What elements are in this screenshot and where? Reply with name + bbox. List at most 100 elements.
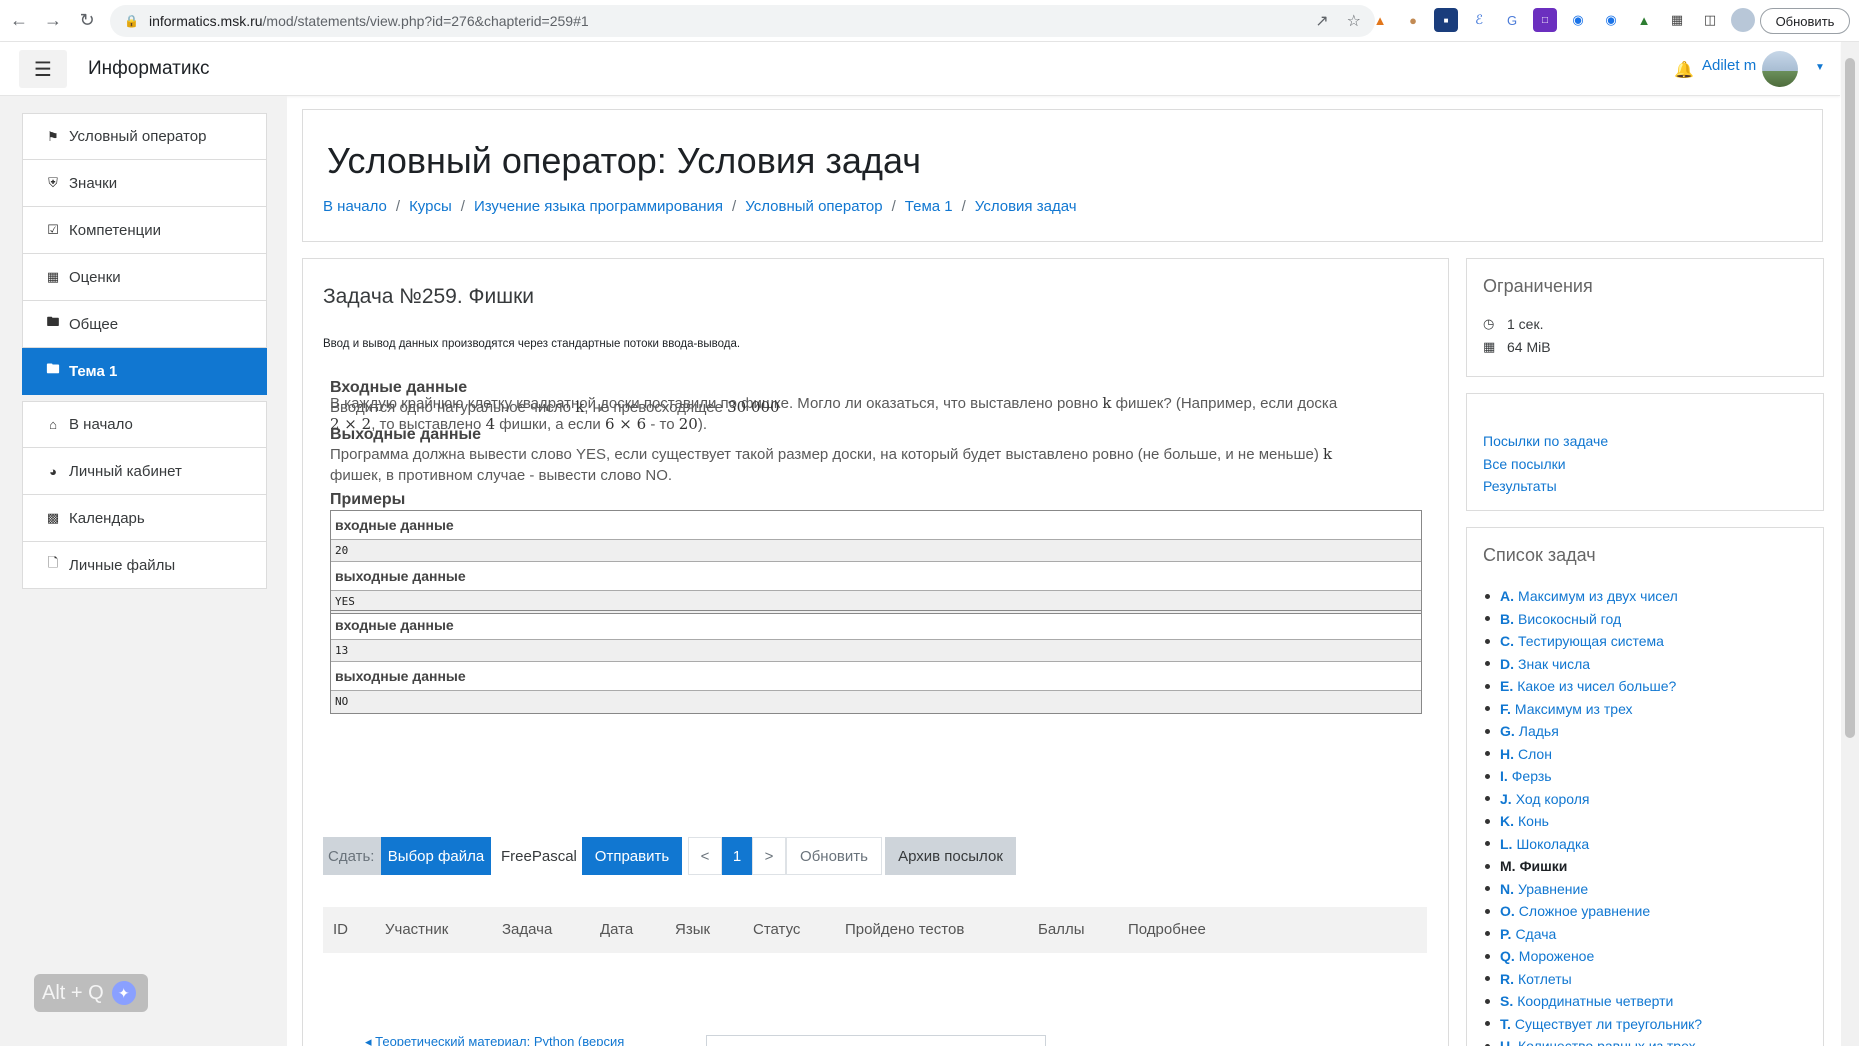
reload-icon[interactable]: ↻ [72,6,102,36]
list-item[interactable]: R. Котлеты [1483,968,1702,991]
prev-activity-link[interactable]: ◂ Теоретический материал: Python (версия [365,1034,624,1046]
results-link[interactable]: Результаты [1483,475,1608,498]
profile-icon[interactable] [1731,8,1755,32]
limits-block: Ограничения ◷ 1 сек. ▦ 64 MiB [1466,258,1824,377]
sample-output-value: NO [331,691,1421,713]
metamask-icon[interactable]: ▲ [1368,8,1392,32]
fox-extension-icon[interactable]: ● [1401,8,1425,32]
browser-toolbar: ← → ↻ 🔒 informatics.msk.ru/mod/statement… [0,0,1859,42]
language-select[interactable]: FreePascal▼ [491,837,593,875]
breadcrumb-topic[interactable]: Тема 1 [905,198,953,215]
list-item[interactable]: C. Тестирующая система [1483,630,1702,653]
list-item[interactable]: I. Ферзь [1483,765,1702,788]
prev-page-button[interactable]: < [688,837,722,875]
chevron-down-icon[interactable]: ▼ [1815,62,1825,73]
puzzle-icon[interactable]: ▦ [1665,8,1689,32]
breadcrumb-courses[interactable]: Курсы [409,198,452,215]
task-submissions-link[interactable]: Посылки по задаче [1483,430,1608,453]
list-item[interactable]: O. Сложное уравнение [1483,900,1702,923]
send-button[interactable]: Отправить [582,837,682,875]
refresh-runs-button[interactable]: Обновить [786,837,882,875]
jump-to-select[interactable] [706,1035,1046,1046]
bell-icon[interactable]: 🔔 [1674,60,1694,80]
task-list-title: Список задач [1483,545,1596,565]
sidebar-item-general[interactable]: 🖿 Общее [22,301,267,348]
folder-icon: 🖿 [46,361,60,376]
col-status: Статус [753,921,801,938]
list-item[interactable]: E. Какое из чисел больше? [1483,675,1702,698]
breadcrumb-separator: / [395,198,401,215]
sidebar-item-dashboard[interactable]: ◕ Личный кабинет [22,448,267,495]
list-item[interactable]: U. Количество равных из трех [1483,1035,1702,1046]
google-translate-icon[interactable]: G [1500,8,1524,32]
list-item[interactable]: Q. Мороженое [1483,945,1702,968]
blue-extension-icon[interactable]: ◉ [1599,8,1623,32]
breadcrumb-category[interactable]: Изучение языка программирования [474,198,723,215]
output-heading: Выходные данные [330,426,482,443]
sidebar-item-topic-1[interactable]: 🖿 Тема 1 [22,348,267,395]
scrollbar-thumb[interactable] [1845,58,1855,738]
list-item[interactable]: D. Знак числа [1483,653,1702,676]
address-bar[interactable]: 🔒 informatics.msk.ru/mod/statements/view… [110,5,1375,37]
sidebar-item-label: Условный оператор [69,128,207,145]
list-item[interactable]: B. Високосный год [1483,608,1702,631]
current-page-button[interactable]: 1 [722,837,752,875]
all-submissions-link[interactable]: Все посылки [1483,453,1608,476]
list-item[interactable]: L. Шоколадка [1483,833,1702,856]
list-item[interactable]: K. Конь [1483,810,1702,833]
col-tests-passed: Пройдено тестов [845,921,965,938]
site-header: ☰ Информатикс 🔔 Adilet m ▼ [0,42,1840,96]
translate-icon[interactable]: ℰ [1467,8,1491,32]
purple-extension-icon[interactable]: □ [1533,8,1557,32]
breadcrumb-home[interactable]: В начало [323,198,387,215]
sidebar-item-competencies[interactable]: ☑ Компетенции [22,207,267,254]
user-name[interactable]: Adilet m [1702,57,1756,74]
star-icon[interactable]: ☆ [1347,11,1361,31]
breadcrumb-course[interactable]: Условный оператор [745,198,882,215]
sidebar-item-label: В начало [69,416,133,433]
submissions-archive-button[interactable]: Архив посылок [885,837,1016,875]
alt-q-overlay[interactable]: Alt + Q ✦ [34,974,148,1012]
task-list: A. Максимум из двух чисел B. Високосный го… [1483,585,1702,1046]
extensions-bar: ▲ ● ■ ℰ G □ ◉ ◉ ▲ ▦ ◫ [1368,8,1755,32]
url-text: informatics.msk.ru/mod/statements/view.p… [148,13,589,29]
home-icon: ⌂ [49,417,57,432]
list-item[interactable]: F. Максимум из трех [1483,698,1702,721]
share-icon[interactable]: ↗ [1315,11,1328,31]
site-brand[interactable]: Информатикс [88,58,209,80]
s-extension-icon[interactable]: ◉ [1566,8,1590,32]
assistant-icon: ✦ [111,981,136,1005]
sidebar-item-private-files[interactable]: 🗋 Личные файлы [22,542,267,589]
back-icon[interactable]: ← [4,6,34,36]
dev-extension-icon[interactable]: ■ [1434,8,1458,32]
shield-icon: ⛨ [48,175,58,190]
list-item[interactable]: G. Ладья [1483,720,1702,743]
avatar[interactable] [1762,51,1798,87]
next-page-button[interactable]: > [752,837,786,875]
file-icon: 🗋 [47,555,59,570]
list-item[interactable]: S. Координатные четверти [1483,990,1702,1013]
col-task: Задача [502,921,553,938]
menu-toggle-icon[interactable]: ☰ [19,50,67,88]
green-extension-icon[interactable]: ▲ [1632,8,1656,32]
col-date: Дата [600,921,634,938]
input-heading: Входные данные [330,379,468,396]
browser-update-button[interactable]: Обновить [1760,8,1850,34]
list-item[interactable]: T. Существует ли треугольник? [1483,1013,1702,1036]
sidepanel-icon[interactable]: ◫ [1698,8,1722,32]
sidebar-item-home[interactable]: ⌂ В начало [22,401,267,448]
list-item[interactable]: J. Ход короля [1483,788,1702,811]
forward-icon[interactable]: → [38,6,68,36]
sidebar-item-course[interactable]: ⚑ Условный оператор [22,113,267,160]
task-title: Задача №259. Фишки [323,285,534,308]
list-item[interactable]: A. Максимум из двух чисел [1483,585,1702,608]
choose-file-button[interactable]: Выбор файла [381,837,491,875]
sidebar-item-grades[interactable]: ▦ Оценки [22,254,267,301]
breadcrumb-statements[interactable]: Условия задач [975,198,1077,215]
list-item[interactable]: P. Сдача [1483,923,1702,946]
sidebar-item-badges[interactable]: ⛨ Значки [22,160,267,207]
sidebar-item-calendar[interactable]: ▩ Календарь [22,495,267,542]
col-language: Язык [675,921,711,938]
list-item[interactable]: N. Уравнение [1483,878,1702,901]
list-item[interactable]: H. Слон [1483,743,1702,766]
